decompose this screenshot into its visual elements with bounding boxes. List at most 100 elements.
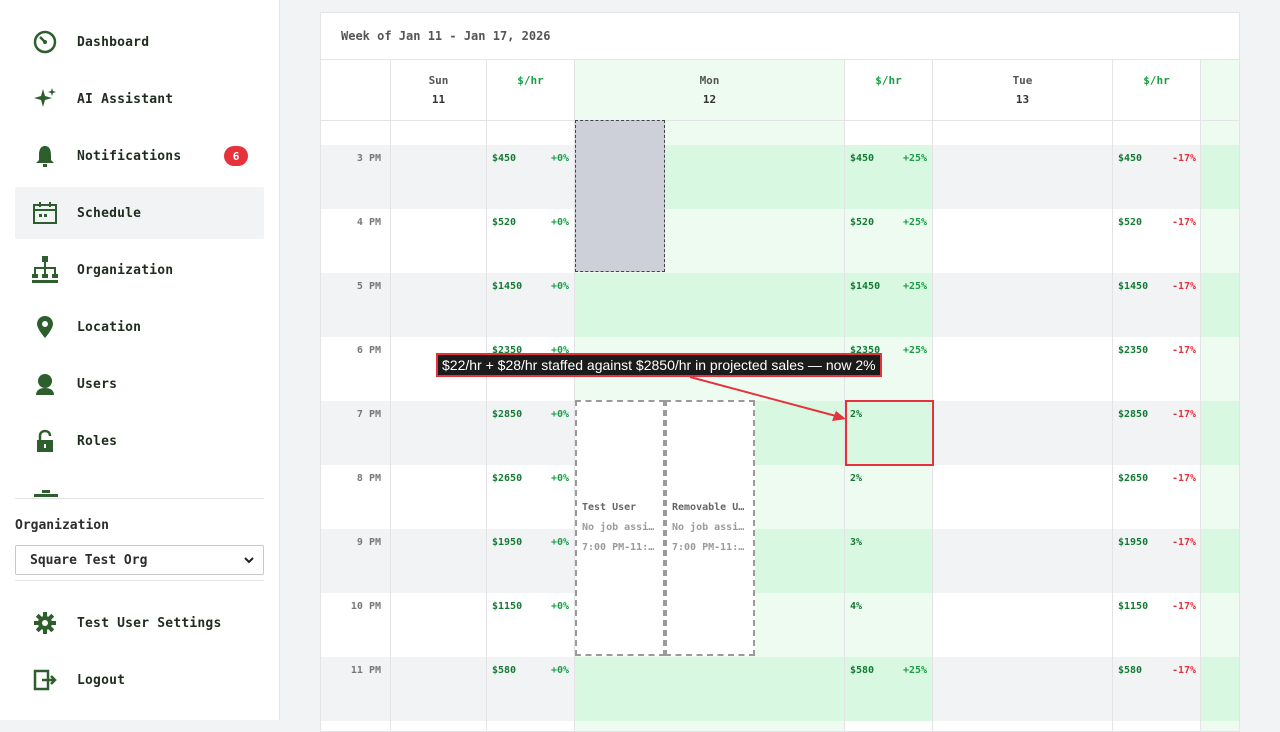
mon-rate-change: +25% bbox=[903, 345, 928, 356]
sun-rate-change: +0% bbox=[551, 601, 570, 612]
wed-cell-bg bbox=[1201, 529, 1239, 593]
week-title: Week of Jan 11 - Jan 17, 2026 bbox=[341, 29, 551, 43]
mon-rate-value: 3% bbox=[850, 537, 863, 548]
time-label: 11 PM bbox=[350, 665, 381, 676]
sidebar-item-label: Organization bbox=[77, 262, 174, 278]
rate-header-mon: $/hr bbox=[845, 60, 932, 121]
sun-rate-change: +0% bbox=[551, 409, 570, 420]
grid-line bbox=[390, 60, 391, 731]
sidebar-item-schedule[interactable]: Schedule bbox=[15, 187, 264, 239]
org-chart-icon bbox=[30, 255, 60, 285]
shift-block[interactable] bbox=[575, 120, 665, 272]
tue-rate-change: -17% bbox=[1172, 153, 1197, 164]
wed-cell-bg bbox=[1201, 401, 1239, 465]
mon-rate-value: $580 bbox=[850, 665, 875, 676]
tue-rate-change: -17% bbox=[1172, 537, 1197, 548]
shift-card[interactable]: Removable U… No job assi… 7:00 PM-11:… bbox=[665, 400, 755, 656]
time-label: 6 PM bbox=[356, 345, 381, 356]
sun-rate-change: +0% bbox=[551, 281, 570, 292]
sun-rate-value: $2850 bbox=[492, 409, 523, 420]
tue-rate-change: -17% bbox=[1172, 473, 1197, 484]
sidebar-item-settings[interactable]: Test User Settings bbox=[15, 597, 264, 649]
shift-time: 7:00 PM-11:… bbox=[582, 542, 655, 553]
sun-rate-change: +0% bbox=[551, 217, 570, 228]
logout-icon bbox=[30, 665, 60, 695]
mon-rate-change: +25% bbox=[903, 217, 928, 228]
sun-rate-value: $1950 bbox=[492, 537, 523, 548]
sidebar-item-ai-assistant[interactable]: AI Assistant bbox=[15, 73, 264, 125]
rate-header-tue: $/hr bbox=[1113, 60, 1200, 121]
sun-rate-change: +0% bbox=[551, 473, 570, 484]
grid-line bbox=[486, 60, 487, 731]
sidebar-item-label: Roles bbox=[77, 433, 118, 449]
annotation-callout: $22/hr + $28/hr staffed against $2850/hr… bbox=[436, 353, 882, 377]
tue-rate-value: $2350 bbox=[1118, 345, 1149, 356]
day-number: 13 bbox=[1015, 93, 1030, 106]
shift-time: 7:00 PM-11:… bbox=[672, 542, 745, 553]
partial-icon bbox=[34, 487, 58, 497]
wed-cell-bg bbox=[1201, 593, 1239, 657]
sidebar-item-roles[interactable]: Roles bbox=[15, 415, 264, 467]
rate-header-sun: $/hr bbox=[487, 60, 574, 121]
tue-rate-value: $1150 bbox=[1118, 601, 1149, 612]
bell-icon bbox=[30, 141, 60, 171]
sun-rate-change: +0% bbox=[551, 665, 570, 676]
shift-card[interactable]: Test User No job assi… 7:00 PM-11:… bbox=[575, 400, 665, 656]
grid-line bbox=[1200, 60, 1201, 731]
sidebar-item-users[interactable]: Users bbox=[15, 358, 264, 410]
sidebar-item-dashboard[interactable]: Dashboard bbox=[15, 16, 264, 68]
calendar-icon bbox=[30, 198, 60, 228]
day-header-mon: Mon 12 bbox=[575, 60, 844, 121]
sun-rate-value: $2650 bbox=[492, 473, 523, 484]
shift-user-name: Removable U… bbox=[672, 502, 745, 513]
tue-rate-change: -17% bbox=[1172, 665, 1197, 676]
sidebar-item-label: Users bbox=[77, 376, 118, 392]
sidebar-item-label: AI Assistant bbox=[77, 91, 174, 107]
sun-rate-change: +0% bbox=[551, 537, 570, 548]
sun-rate-value: $450 bbox=[492, 153, 517, 164]
mon-rate-change: +25% bbox=[903, 153, 928, 164]
mon-rate-value: $450 bbox=[850, 153, 875, 164]
mon-rate-value: $520 bbox=[850, 217, 875, 228]
notification-count-badge: 6 bbox=[224, 146, 248, 166]
sun-rate-value: $1450 bbox=[492, 281, 523, 292]
sidebar-item-location[interactable]: Location bbox=[15, 301, 264, 353]
sidebar-item-label: Location bbox=[77, 319, 142, 335]
gear-icon bbox=[30, 608, 60, 638]
sidebar-item-label: Dashboard bbox=[77, 34, 150, 50]
settings-label: Test User Settings bbox=[77, 615, 222, 631]
tue-rate-value: $1450 bbox=[1118, 281, 1149, 292]
mon-rate-value: 2% bbox=[850, 473, 863, 484]
time-label: 4 PM bbox=[356, 217, 381, 228]
sun-rate-change: +0% bbox=[551, 153, 570, 164]
organization-select[interactable]: Square Test Org bbox=[15, 545, 264, 575]
wed-cell-bg bbox=[1201, 145, 1239, 209]
wed-cell-bg bbox=[1201, 209, 1239, 273]
sidebar-item-logout[interactable]: Logout bbox=[15, 654, 264, 706]
wed-cell-bg bbox=[1201, 337, 1239, 401]
location-pin-icon bbox=[30, 312, 60, 342]
sidebar-divider bbox=[15, 498, 264, 499]
day-name: Tue bbox=[1012, 74, 1033, 87]
sidebar-divider bbox=[15, 580, 264, 581]
time-label: 3 PM bbox=[356, 153, 381, 164]
sun-rate-value: $1150 bbox=[492, 601, 523, 612]
lock-icon bbox=[30, 426, 60, 456]
shift-job: No job assi… bbox=[672, 522, 745, 533]
organization-label: Organization bbox=[15, 518, 109, 533]
sidebar-item-organization[interactable]: Organization bbox=[15, 244, 264, 296]
rate-label: $/hr bbox=[875, 74, 902, 87]
sidebar-item-label: Schedule bbox=[77, 205, 142, 221]
mon-cell-bg bbox=[575, 273, 844, 337]
sidebar-item-notifications[interactable]: Notifications 6 bbox=[15, 130, 264, 182]
wed-cell-bg bbox=[1201, 465, 1239, 529]
day-header-tue: Tue 13 bbox=[933, 60, 1112, 121]
chevron-down-icon bbox=[243, 554, 255, 570]
sun-rate-value: $580 bbox=[492, 665, 517, 676]
sidebar: Dashboard AI Assistant Notifications 6 S… bbox=[0, 0, 280, 720]
mon-cell-bg bbox=[575, 657, 844, 721]
tue-rate-change: -17% bbox=[1172, 281, 1197, 292]
highlighted-cell bbox=[845, 400, 934, 466]
rate-label: $/hr bbox=[1143, 74, 1170, 87]
sidebar-item-label: Notifications bbox=[77, 148, 182, 164]
